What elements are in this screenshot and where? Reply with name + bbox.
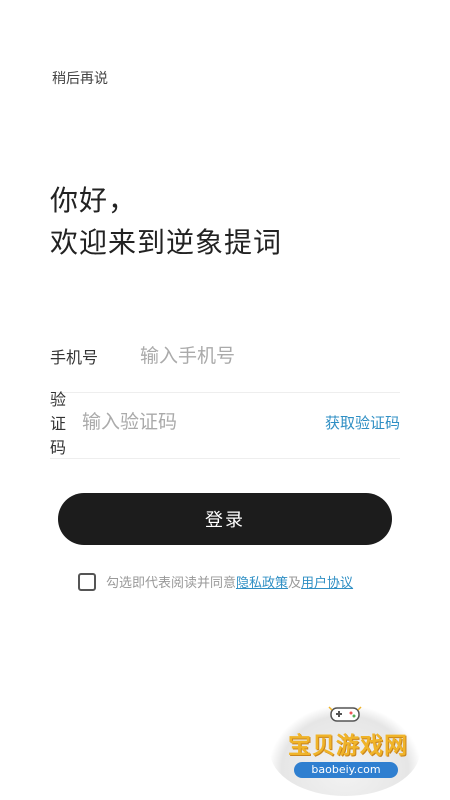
gamepad-icon	[328, 706, 362, 722]
watermark-logo: 宝贝游戏网 baobeiy.com	[270, 700, 420, 796]
phone-label: 手机号	[50, 348, 99, 367]
agreement-prefix: 勾选即代表阅读并同意	[106, 576, 237, 591]
watermark-url: baobeiy.com	[294, 762, 398, 778]
user-agreement-link[interactable]: 用户协议	[301, 572, 353, 591]
code-label: 验证码	[50, 390, 67, 457]
privacy-policy-link[interactable]: 隐私政策	[236, 572, 288, 591]
greeting-line2: 欢迎来到逆象提词	[50, 226, 283, 259]
code-input[interactable]	[81, 411, 325, 433]
code-row: 验证码 获取验证码	[50, 386, 400, 459]
agreement-and: 及	[288, 576, 302, 591]
phone-input[interactable]	[140, 345, 400, 367]
agree-checkbox[interactable]	[78, 572, 96, 591]
greeting: 你好， 欢迎来到逆象提词	[50, 180, 282, 264]
greeting-line1: 你好，	[50, 184, 138, 217]
skip-button[interactable]: 稍后再说	[52, 68, 108, 88]
get-code-button[interactable]: 获取验证码	[325, 412, 400, 433]
phone-row: 手机号	[50, 320, 400, 393]
agreement: 勾选即代表阅读并同意 隐私政策 及 用户协议	[78, 572, 353, 591]
login-button[interactable]: 登录	[58, 493, 392, 545]
watermark-title: 宝贝游戏网	[288, 733, 408, 759]
